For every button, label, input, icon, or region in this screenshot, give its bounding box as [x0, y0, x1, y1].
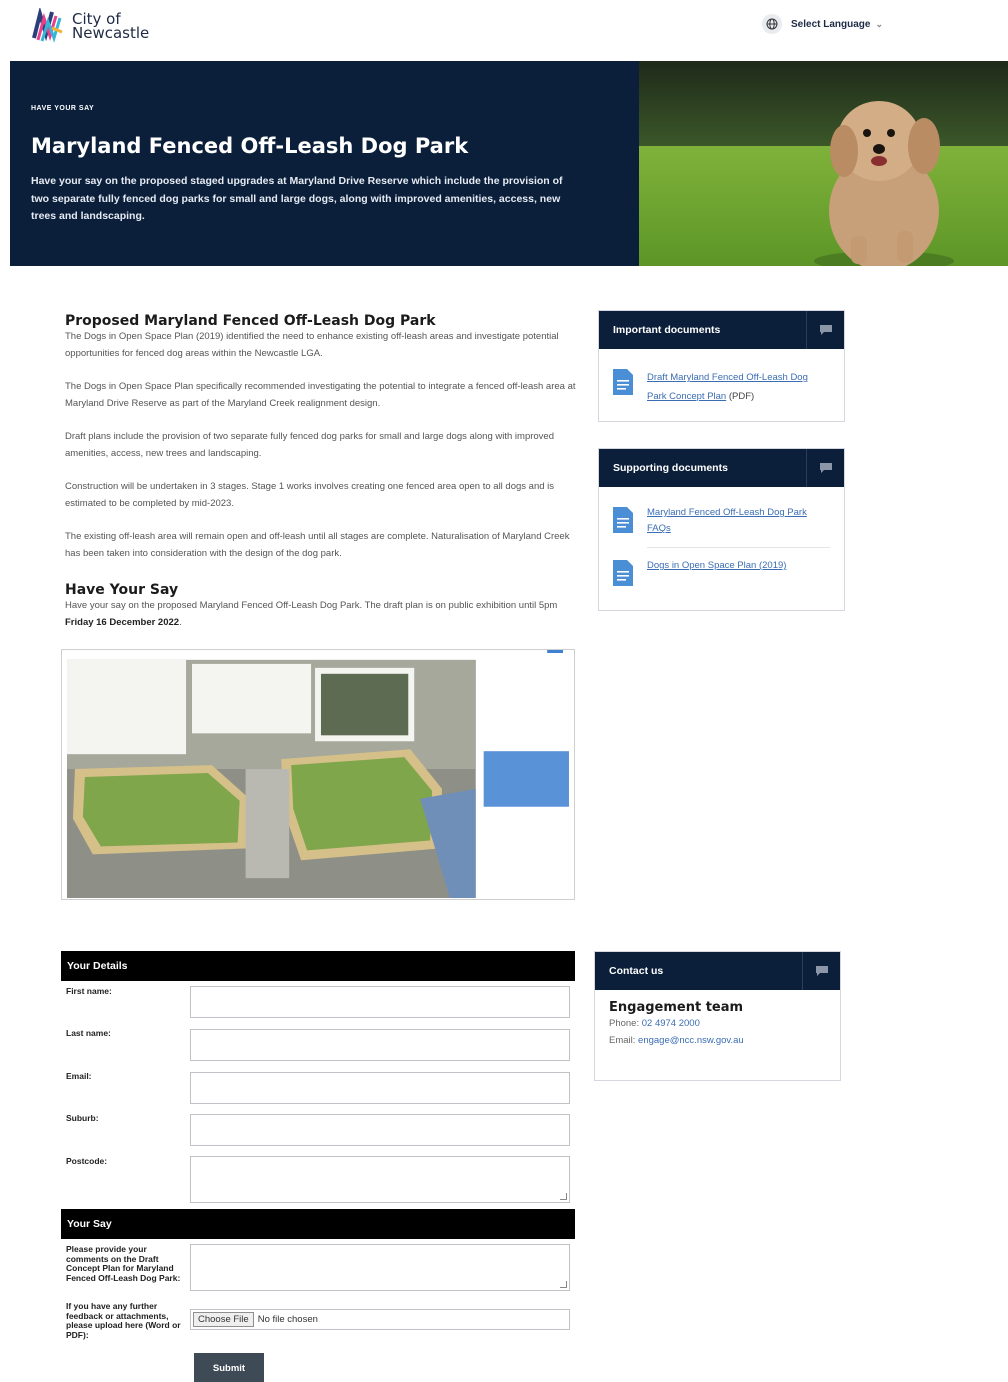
suburb-field[interactable]: [190, 1114, 570, 1146]
submit-button[interactable]: Submit: [194, 1353, 264, 1382]
have-your-say-body: Have your say on the proposed Maryland F…: [65, 600, 558, 611]
comments-label: Please provide your comments on the Draf…: [66, 1244, 181, 1283]
email-label: Email:: [609, 1035, 639, 1046]
upload-label: If you have any further feedback or atta…: [66, 1301, 181, 1340]
contact-email: Email: engage@ncc.nsw.gov.au: [609, 1032, 840, 1049]
chevron-down-icon: ⌄: [875, 18, 884, 29]
email-field[interactable]: [190, 1072, 570, 1104]
divider: [647, 547, 830, 548]
document-icon: [613, 507, 633, 533]
comment-icon[interactable]: [806, 449, 844, 487]
email-link[interactable]: engage@ncc.nsw.gov.au: [638, 1035, 744, 1046]
supporting-documents-card: Supporting documents Maryland Fenced Off…: [598, 448, 845, 611]
hero-banner: HAVE YOUR SAY Maryland Fenced Off-Leash …: [10, 61, 1008, 266]
concept-plan-map: [63, 650, 573, 899]
suburb-label: Suburb:: [66, 1113, 99, 1123]
hero-kicker: HAVE YOUR SAY: [31, 105, 95, 112]
document-icon: [613, 369, 633, 395]
choose-file-button[interactable]: Choose File: [193, 1312, 254, 1327]
no-file-text: No file chosen: [257, 1314, 318, 1325]
intro-paragraph-3: Draft plans include the provision of two…: [65, 431, 554, 459]
city-logo[interactable]: City of Newcastle: [30, 8, 149, 44]
important-documents-title: Important documents: [613, 324, 721, 336]
contact-header: Contact us: [595, 952, 840, 990]
document-item[interactable]: Maryland Fenced Off-Leash Dog Park FAQs: [599, 505, 844, 537]
have-your-say-end: .: [179, 616, 182, 628]
important-documents-card: Important documents Draft Maryland Fence…: [598, 310, 845, 422]
first-name-field[interactable]: [190, 986, 570, 1018]
intro-paragraph-4: Construction will be undertaken in 3 sta…: [65, 481, 555, 509]
have-your-say-heading: Have Your Say: [65, 582, 179, 598]
your-details-header: Your Details: [61, 951, 575, 981]
document-icon: [613, 560, 633, 586]
supporting-documents-title: Supporting documents: [613, 462, 728, 474]
first-name-label: First name:: [66, 986, 112, 996]
site-header: City of Newcastle Select Language ⌄: [0, 0, 1008, 60]
page-title: Maryland Fenced Off-Leash Dog Park: [31, 134, 469, 158]
main-content: Proposed Maryland Fenced Off-Leash Dog P…: [65, 313, 580, 631]
supporting-documents-header: Supporting documents: [599, 449, 844, 487]
contact-card: Contact us Engagement team Phone: 02 497…: [594, 951, 841, 1081]
document-item[interactable]: Dogs in Open Space Plan (2019): [599, 558, 844, 586]
language-selector[interactable]: Select Language ⌄: [762, 14, 883, 34]
dogs-open-space-plan-link[interactable]: Dogs in Open Space Plan (2019): [647, 558, 786, 574]
file-upload-field[interactable]: Choose File No file chosen: [190, 1309, 570, 1330]
postcode-field[interactable]: [190, 1156, 570, 1203]
comment-icon[interactable]: [802, 952, 840, 990]
hero-description: Have your say on the proposed staged upg…: [31, 175, 563, 222]
contact-title: Contact us: [609, 965, 664, 977]
phone-label: Phone:: [609, 1018, 642, 1029]
feedback-form: Your Details First name: Last name: Emai…: [61, 951, 575, 1339]
intro-paragraph-5: The existing off-leash area will remain …: [65, 531, 570, 559]
postcode-label: Postcode:: [66, 1156, 108, 1166]
concept-plan-format: (PDF): [726, 391, 755, 402]
faqs-link[interactable]: Maryland Fenced Off-Leash Dog Park FAQs: [647, 505, 830, 537]
email-label: Email:: [66, 1071, 92, 1081]
concept-plan-image[interactable]: [61, 649, 575, 900]
have-your-say-text: Have your say on the proposed Maryland F…: [65, 598, 580, 631]
section-heading: Proposed Maryland Fenced Off-Leash Dog P…: [65, 313, 436, 329]
logo-text: City of Newcastle: [72, 12, 150, 42]
newcastle-logo-icon: [32, 8, 63, 43]
last-name-field[interactable]: [190, 1029, 570, 1061]
exhibition-date: Friday 16 December 2022: [65, 616, 180, 628]
resize-handle-icon[interactable]: [560, 1193, 567, 1200]
dog-photo: [639, 61, 1008, 266]
comment-icon[interactable]: [806, 311, 844, 349]
your-say-header: Your Say: [61, 1209, 575, 1239]
intro-paragraph-2: The Dogs in Open Space Plan specifically…: [65, 381, 576, 409]
logo-line-2: Newcastle: [72, 24, 150, 42]
last-name-label: Last name:: [66, 1028, 111, 1038]
comments-field[interactable]: [190, 1244, 570, 1291]
phone-link[interactable]: 02 4974 2000: [642, 1018, 700, 1029]
important-documents-header: Important documents: [599, 311, 844, 349]
language-label: Select Language: [791, 18, 871, 30]
intro-paragraph-1: The Dogs in Open Space Plan (2019) ident…: [65, 331, 559, 359]
resize-handle-icon[interactable]: [560, 1281, 567, 1288]
document-item[interactable]: Draft Maryland Fenced Off-Leash Dog Park…: [599, 367, 844, 405]
contact-phone: Phone: 02 4974 2000: [609, 1015, 840, 1032]
contact-name: Engagement team: [609, 1000, 744, 1015]
globe-icon: [762, 14, 782, 34]
